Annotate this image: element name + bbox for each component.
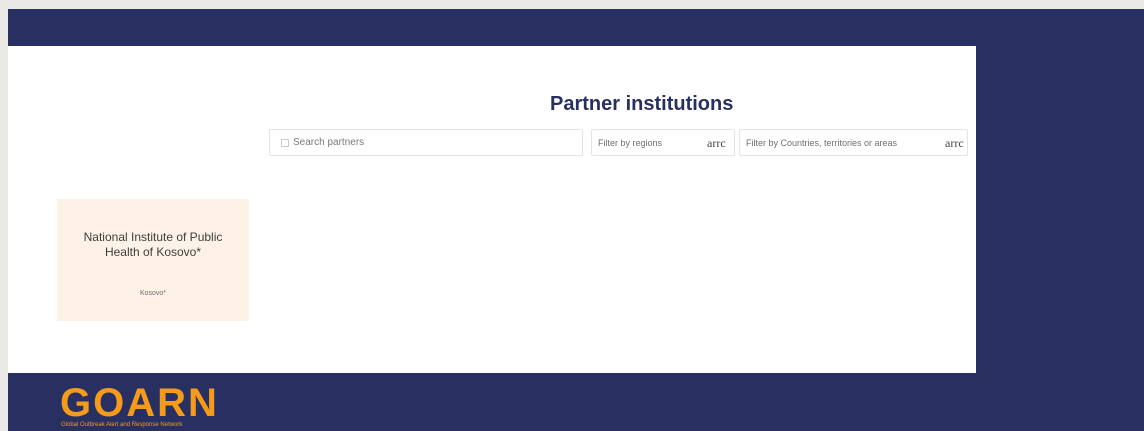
countries-filter[interactable]: Filter by Countries, territories or area… [739,129,968,156]
partner-name: National Institute of Public Health of K… [83,230,223,259]
regions-filter-label: Filter by regions [598,138,663,148]
search-field[interactable] [269,129,583,156]
regions-dropdown-arrow[interactable]: arrc [707,136,731,150]
page-title: Partner institutions [550,93,734,115]
countries-filter-label: Filter by Countries, territories or area… [746,138,898,148]
search-input[interactable] [293,136,563,150]
regions-filter[interactable]: Filter by regions arrc [591,129,735,156]
goarn-logo-subtitle: Global Outbreak Alert and Response Netwo… [61,422,183,428]
partner-card[interactable]: National Institute of Public Health of K… [57,199,249,321]
goarn-logo: GOARN [60,381,219,425]
search-icon [281,139,289,147]
countries-dropdown-arrow[interactable]: arrc [945,136,967,150]
partner-country: Kosovo* [139,290,167,297]
